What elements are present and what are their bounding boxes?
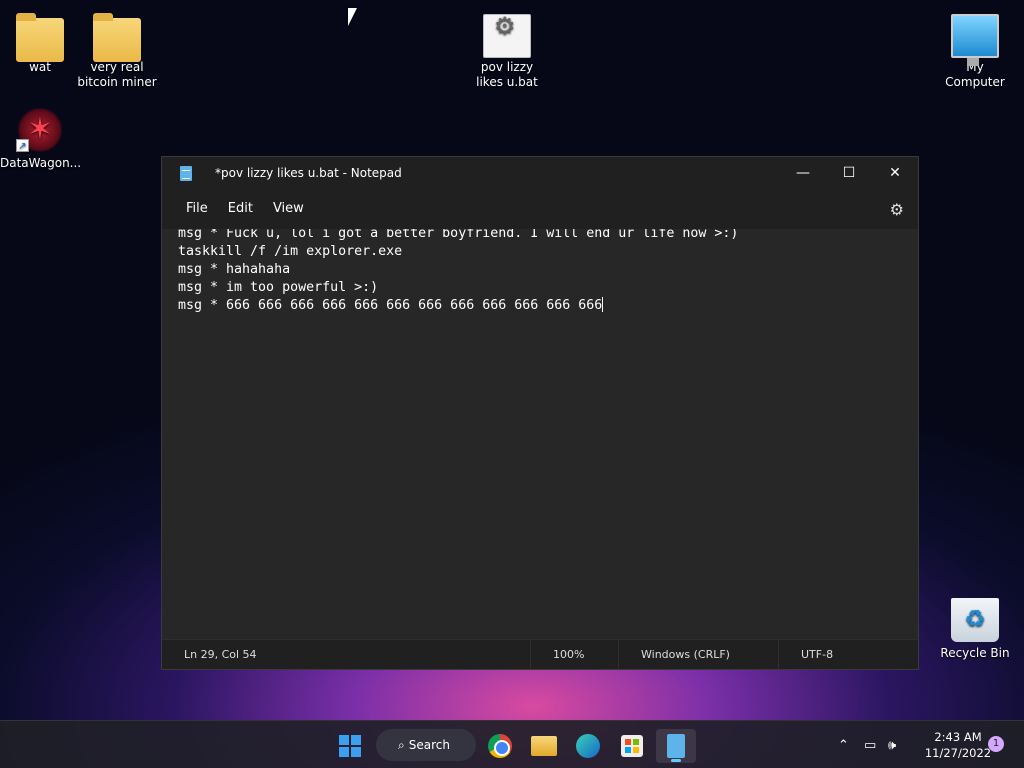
edge-icon bbox=[576, 734, 600, 758]
menu-edit[interactable]: Edit bbox=[218, 195, 263, 223]
editor-content[interactable]: msg * Fuck u, lol i got a better boyfrie… bbox=[178, 229, 918, 315]
desktop-icon-label: pov lizzy likes u.bat bbox=[476, 60, 538, 89]
window-title: *pov lizzy likes u.bat - Notepad bbox=[215, 166, 402, 180]
windows-icon bbox=[339, 735, 361, 757]
taskbar: ⌕ Search ⌃ ▭ 🕪 2:43 AM 11/27/2022 bbox=[0, 720, 1024, 768]
zoom-level: 100% bbox=[530, 640, 618, 669]
start-button[interactable] bbox=[330, 729, 370, 763]
chrome-icon bbox=[488, 734, 512, 758]
cursor-position: Ln 29, Col 54 bbox=[184, 648, 257, 661]
shortcut-arrow-icon: ↗ bbox=[16, 139, 29, 152]
maximize-button[interactable]: ☐ bbox=[826, 157, 872, 189]
encoding: UTF-8 bbox=[778, 640, 918, 669]
file-explorer-icon bbox=[531, 736, 557, 756]
menu-view[interactable]: View bbox=[263, 195, 314, 223]
search-icon: ⌕ bbox=[398, 737, 405, 752]
clock-date: 11/27/2022 bbox=[924, 746, 992, 760]
taskbar-store[interactable] bbox=[612, 729, 652, 763]
folder-icon bbox=[93, 13, 141, 62]
batch-file-icon: ⚙ bbox=[483, 14, 531, 58]
menu-bar: File Edit View ⚙ bbox=[162, 189, 918, 229]
text-caret bbox=[602, 297, 604, 312]
search-label: Search bbox=[408, 738, 450, 752]
mouse-cursor bbox=[348, 8, 357, 26]
notepad-icon bbox=[180, 165, 192, 181]
desktop-icon-label: very real bitcoin miner bbox=[77, 60, 157, 89]
line-ending: Windows (CRLF) bbox=[618, 640, 778, 669]
notepad-icon bbox=[667, 734, 685, 758]
recycle-bin-icon: ♻ bbox=[951, 598, 999, 642]
desktop-icon-bat-file[interactable]: ⚙ pov lizzy likes u.bat bbox=[467, 12, 547, 90]
show-hidden-icons-button[interactable]: ⌃ bbox=[838, 721, 849, 768]
clock-time: 2:43 AM bbox=[934, 730, 982, 744]
datawagon-icon: ✶ ↗ bbox=[16, 108, 64, 152]
search-button[interactable]: ⌕ Search bbox=[376, 729, 476, 761]
notification-badge[interactable]: 1 bbox=[988, 736, 1004, 752]
taskbar-notepad[interactable] bbox=[656, 729, 696, 763]
taskbar-chrome[interactable] bbox=[480, 729, 520, 763]
network-icon[interactable]: ▭ bbox=[864, 721, 876, 768]
notepad-window[interactable]: *pov lizzy likes u.bat - Notepad — ☐ ✕ F… bbox=[161, 156, 919, 670]
gear-icon[interactable]: ⚙ bbox=[890, 200, 904, 219]
desktop-icon-bitcoin-miner[interactable]: very real bitcoin miner bbox=[77, 12, 157, 90]
volume-icon[interactable]: 🕪 bbox=[888, 721, 896, 768]
folder-icon bbox=[16, 13, 64, 62]
menu-file[interactable]: File bbox=[176, 195, 218, 223]
desktop-icon-recycle-bin[interactable]: ♻ Recycle Bin bbox=[935, 598, 1015, 661]
close-button[interactable]: ✕ bbox=[872, 157, 918, 189]
desktop-icon-datawagon[interactable]: ✶ ↗ DataWagon... bbox=[0, 108, 82, 171]
desktop-icon-wat[interactable]: wat bbox=[0, 12, 80, 75]
store-icon bbox=[621, 735, 643, 757]
desktop-icon-label: DataWagon... bbox=[0, 156, 82, 170]
chevron-up-icon: ⌃ bbox=[838, 737, 849, 753]
monitor-icon bbox=[951, 14, 999, 66]
minimize-button[interactable]: — bbox=[780, 157, 826, 189]
text-editor[interactable]: msg * Fuck u, lol i got a better boyfrie… bbox=[162, 229, 918, 639]
desktop-icon-label: Recycle Bin bbox=[940, 646, 1010, 660]
clock[interactable]: 2:43 AM 11/27/2022 bbox=[918, 729, 998, 761]
desktop-icon-label: wat bbox=[29, 60, 51, 74]
status-bar: Ln 29, Col 54 100% Windows (CRLF) UTF-8 bbox=[162, 639, 918, 669]
taskbar-edge[interactable] bbox=[568, 729, 608, 763]
title-bar[interactable]: *pov lizzy likes u.bat - Notepad — ☐ ✕ bbox=[162, 157, 918, 189]
desktop-icon-my-computer[interactable]: My Computer bbox=[935, 12, 1015, 90]
taskbar-file-explorer[interactable] bbox=[524, 729, 564, 763]
